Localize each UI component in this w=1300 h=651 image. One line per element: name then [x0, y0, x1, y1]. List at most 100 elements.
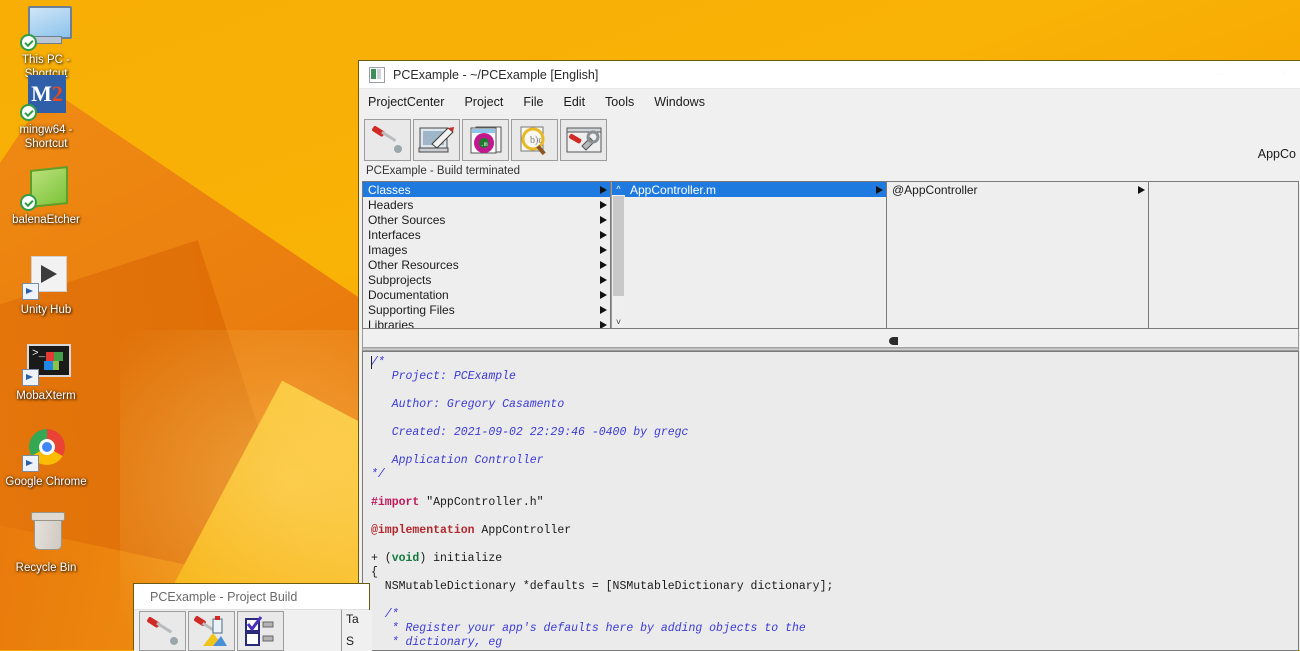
browser-item-label: AppController.m [630, 182, 717, 197]
desktop-icon-label: Google Chrome [5, 476, 87, 488]
code-line: @implementation AppController [371, 524, 1298, 538]
menu-windows[interactable]: Windows [654, 95, 705, 109]
clean-button[interactable] [188, 610, 235, 651]
code-line: */ [371, 468, 1298, 482]
desktop-icon-recycle-bin[interactable]: Recycle Bin [0, 510, 92, 575]
build-panel-right: Ta S [341, 610, 372, 651]
browser-item-other-resources[interactable]: Other Resources [363, 257, 610, 272]
menu-tools[interactable]: Tools [605, 95, 634, 109]
code-line: #import "AppController.h" [371, 496, 1298, 510]
browser-item-label: Images [368, 242, 408, 257]
editor-tab-label: AppCo [1257, 147, 1296, 161]
chevron-right-icon [1138, 185, 1145, 194]
code-text[interactable]: /* Project: PCExample Author: Gregory Ca… [363, 352, 1298, 650]
browser-column-files[interactable]: AppController.m [625, 182, 887, 328]
code-line: Created: 2021-09-02 22:29:46 -0400 by gr… [371, 426, 1298, 440]
main-window-titlebar[interactable]: PCExample - ~/PCExample [English] — □ ✕ [359, 61, 1300, 89]
browser-item-label: @AppController [892, 182, 978, 197]
browser-item-documentation[interactable]: Documentation [363, 287, 610, 302]
browser-item-libraries[interactable]: Libraries [363, 317, 610, 328]
menu-edit[interactable]: Edit [564, 95, 586, 109]
desktop-icon-label: balenaEtcher [12, 214, 80, 226]
browser-item-label: Libraries [368, 317, 415, 329]
options-button[interactable] [237, 610, 284, 651]
project-build-window: PCExample - Project Build Ta S [133, 583, 372, 651]
chevron-right-icon [600, 275, 607, 284]
menu-projectcenter[interactable]: ProjectCenter [368, 95, 444, 109]
edit-file-button[interactable] [413, 119, 460, 161]
build-button[interactable] [139, 610, 186, 651]
code-line: Application Controller [371, 454, 1298, 468]
browser-item-other-sources[interactable]: Other Sources [363, 212, 610, 227]
chevron-right-icon [600, 230, 607, 239]
browser-scrollbar[interactable]: ^ ˅ [611, 182, 625, 328]
window-controls[interactable]: — □ ✕ [1204, 61, 1300, 88]
code-token: void [391, 552, 420, 565]
splitter-knob-icon[interactable] [889, 337, 898, 345]
desktop-icon-label: Recycle Bin [15, 562, 77, 574]
recycle-bin-icon [22, 510, 70, 558]
desktop-icon-this-pc[interactable]: This PC - Shortcut [0, 2, 92, 81]
browser-item-appcontroller-m[interactable]: AppController.m [625, 182, 886, 197]
code-line: /* [371, 356, 1298, 370]
desktop-icon-balenaetcher[interactable]: balenaEtcher [0, 162, 92, 227]
code-line: NSMutableDictionary *defaults = [NSMutab… [371, 580, 1298, 594]
code-token: "AppController.h" [419, 496, 544, 509]
scroll-down-icon[interactable]: ˅ [612, 315, 625, 328]
build-label-target: Ta [346, 612, 359, 626]
browser-item-label: Other Sources [368, 212, 446, 227]
desktop-icon-unity-hub[interactable]: Unity Hub [0, 252, 92, 317]
browser-item-headers[interactable]: Headers [363, 197, 610, 212]
project-inspector-button[interactable]: .m [462, 119, 509, 161]
close-button[interactable]: ✕ [1268, 61, 1300, 88]
browser-item-interfaces[interactable]: Interfaces [363, 227, 610, 242]
build-window-titlebar[interactable]: PCExample - Project Build [134, 584, 369, 609]
browser-column-members[interactable] [1149, 182, 1298, 328]
desktop-icon-google-chrome[interactable]: Google Chrome [0, 424, 92, 489]
browser-column-symbols[interactable]: @AppController [887, 182, 1149, 328]
preferences-button[interactable] [560, 119, 607, 161]
code-token: */ [371, 468, 385, 481]
browser-item-appcontroller-class[interactable]: @AppController [887, 182, 1148, 197]
code-line: + (void) initialize [371, 552, 1298, 566]
cube-icon [20, 162, 70, 211]
build-icon [146, 616, 178, 645]
find-icon: b)c [520, 126, 546, 156]
browser-item-supporting-files[interactable]: Supporting Files [363, 302, 610, 317]
monitor-icon [20, 2, 72, 51]
browser-item-classes[interactable]: Classes [363, 182, 610, 197]
browser-item-images[interactable]: Images [363, 242, 610, 257]
browser-item-label: Supporting Files [368, 302, 455, 317]
desktop-icon-mobaxterm[interactable]: MobaXterm [0, 338, 92, 403]
code-token: { [371, 566, 378, 579]
scrollbar-thumb[interactable] [613, 196, 624, 296]
browser-item-label: Other Resources [368, 257, 459, 272]
browser-item-label: Headers [368, 197, 414, 212]
browser-item-label: Classes [368, 182, 411, 197]
code-token: @implementation [371, 524, 475, 537]
minimize-button[interactable]: — [1204, 61, 1236, 88]
browser-column-categories[interactable]: Classes Headers Other Sources Interfaces… [363, 182, 611, 328]
menu-project[interactable]: Project [464, 95, 503, 109]
scroll-up-icon[interactable]: ^ [612, 182, 625, 195]
chevron-right-icon [600, 320, 607, 328]
chevron-right-icon [600, 215, 607, 224]
browser-item-subprojects[interactable]: Subprojects [363, 272, 610, 287]
code-editor[interactable]: /* Project: PCExample Author: Gregory Ca… [362, 351, 1299, 651]
menu-file[interactable]: File [523, 95, 543, 109]
code-token: Project: PCExample [371, 370, 516, 383]
browser-item-label: Documentation [368, 287, 449, 302]
chevron-right-icon [600, 245, 607, 254]
build-tool-button[interactable] [364, 119, 411, 161]
desktop-icon-mingw64[interactable]: M2 mingw64 - Shortcut [0, 72, 92, 151]
chevron-right-icon [600, 260, 607, 269]
find-button[interactable]: b)c [511, 119, 558, 161]
chevron-right-icon [600, 200, 607, 209]
browser-editor-splitter[interactable] [362, 329, 1299, 351]
maximize-button[interactable]: □ [1236, 61, 1268, 88]
project-browser: Classes Headers Other Sources Interfaces… [362, 181, 1299, 329]
